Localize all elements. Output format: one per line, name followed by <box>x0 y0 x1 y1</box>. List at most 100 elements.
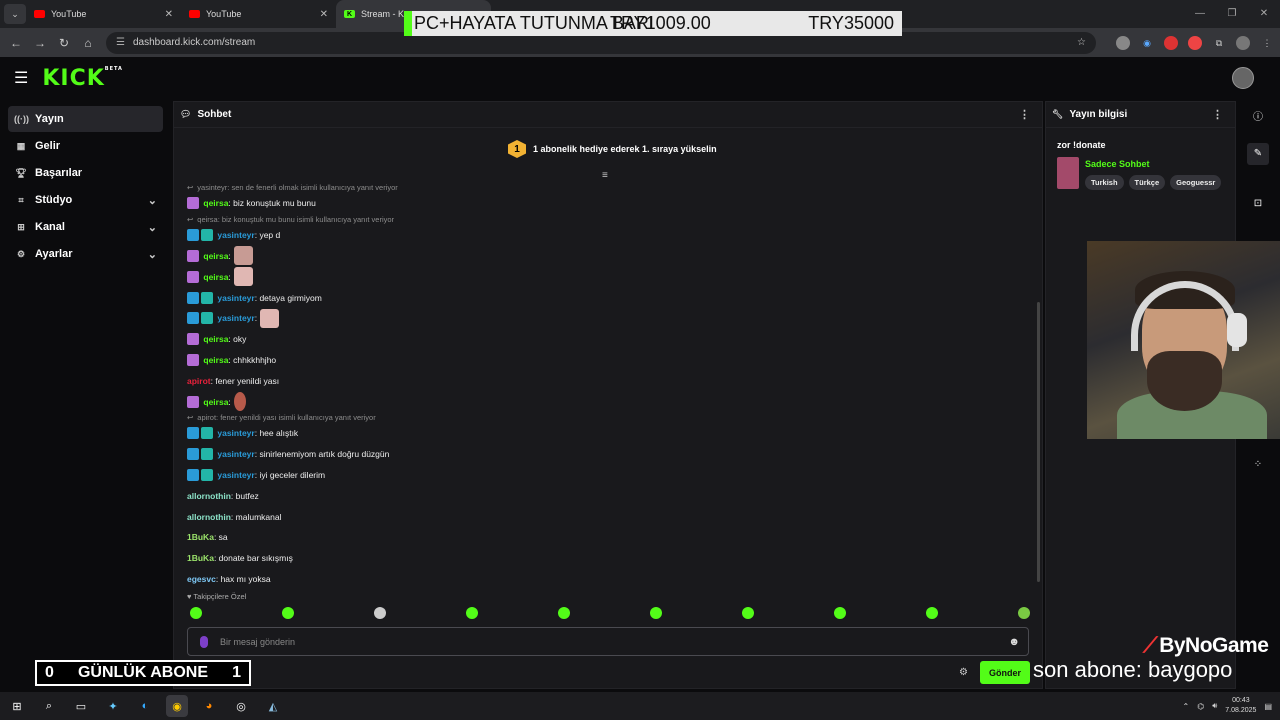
home-icon[interactable]: ⌂ <box>76 36 100 50</box>
chrome-icon[interactable]: ◉ <box>166 695 188 717</box>
copilot-icon[interactable]: ✦ <box>102 695 124 717</box>
chat-message[interactable]: qeirsa: oky <box>187 329 1017 350</box>
chat-username[interactable]: qeirsa <box>203 355 228 365</box>
reload-icon[interactable]: ↻ <box>52 36 76 50</box>
volume-icon[interactable]: 🔊︎ <box>1212 701 1217 711</box>
chat-message[interactable]: qeirsa: <box>187 266 1017 287</box>
puzzle-icon[interactable]: ⧉ <box>1212 36 1226 50</box>
sidebar-item-ayarlar[interactable]: ⚙ Ayarlar ⌄ <box>8 241 163 267</box>
chat-message[interactable]: qeirsa: <box>187 391 1017 412</box>
subscriber-badge-icon[interactable] <box>201 427 213 440</box>
chat-message[interactable]: yasinteyr: iyi geceler dilerim <box>187 465 1017 486</box>
chat-settings-icon[interactable]: ⚙ <box>959 667 968 678</box>
chat-message[interactable]: yasinteyr: yep d <box>187 225 1017 246</box>
gifter-badge-icon[interactable] <box>187 270 199 283</box>
chat-username[interactable]: qeirsa <box>203 334 228 344</box>
emote-icon[interactable] <box>1018 607 1030 619</box>
subscriber-badge-icon[interactable] <box>201 448 213 461</box>
chat-message[interactable]: yasinteyr: hee alıştık <box>187 423 1017 444</box>
subscriber-badge-icon[interactable] <box>201 291 213 304</box>
gifter-badge-icon[interactable] <box>187 333 199 346</box>
minimize-icon[interactable]: — <box>1184 0 1216 28</box>
moderator-badge-icon[interactable] <box>187 229 199 242</box>
emote-icon[interactable] <box>834 607 846 619</box>
chat-username[interactable]: yasinteyr <box>217 293 254 303</box>
sidebar-item-gelir[interactable]: ▦ Gelir <box>8 133 163 159</box>
edit-icon[interactable]: ✎ <box>1247 143 1269 165</box>
firefox-icon[interactable]: ◕ <box>198 695 220 717</box>
tag[interactable]: Turkish <box>1085 175 1124 190</box>
share-icon[interactable]: ⁘ <box>1247 454 1269 476</box>
chat-message[interactable]: apirot: fener yenildi yası <box>187 370 1017 391</box>
emote-icon[interactable] <box>282 607 294 619</box>
chat-message[interactable]: egesvc: hax mı yoksa <box>187 569 1017 590</box>
chat-message[interactable]: allornothin: butfez <box>187 485 1017 506</box>
subscriber-badge-icon[interactable] <box>201 468 213 481</box>
menu-icon[interactable]: ☰ <box>14 68 28 88</box>
gifter-badge-icon[interactable] <box>187 353 199 366</box>
windows-start-icon[interactable]: ⊞ <box>6 695 28 717</box>
chat-message[interactable]: 1BuKa: sa <box>187 527 1017 548</box>
emote-icon[interactable] <box>190 607 202 619</box>
tab-youtube-2[interactable]: YouTube ✕ <box>181 0 336 28</box>
wave-extension-icon[interactable]: ◉ <box>1140 36 1154 50</box>
chat-username[interactable]: egesvc <box>187 574 216 584</box>
site-info-icon[interactable]: ☰ <box>116 37 125 48</box>
sidebar-item-yayin[interactable]: ((·)) Yayın <box>8 106 163 132</box>
gifter-badge-icon[interactable] <box>187 249 199 262</box>
chevron-down-icon[interactable]: ⌄ <box>148 194 157 207</box>
more-options-icon[interactable]: ⋮ <box>1019 108 1030 121</box>
gifter-badge-icon[interactable] <box>187 395 199 408</box>
chat-username[interactable]: qeirsa <box>203 397 228 407</box>
tab-youtube-1[interactable]: YouTube ✕ <box>26 0 181 28</box>
clock[interactable]: 00:43 7.08.2025 <box>1225 696 1256 716</box>
emote-icon[interactable] <box>742 607 754 619</box>
chat-username[interactable]: yasinteyr <box>217 428 254 438</box>
chat-username[interactable]: qeirsa <box>203 198 228 208</box>
chat-message[interactable]: yasinteyr: sinirlenemiyom artık doğru dü… <box>187 444 1017 465</box>
chat-username[interactable]: apirot <box>187 376 211 386</box>
restore-icon[interactable]: ❐ <box>1216 0 1248 28</box>
menu-dots-icon[interactable]: ⋮ <box>1260 36 1274 50</box>
chevron-up-icon[interactable]: ⌃ <box>1183 702 1190 711</box>
moderator-badge-icon[interactable] <box>187 427 199 440</box>
task-view-icon[interactable]: ▭ <box>70 695 92 717</box>
edge-icon[interactable]: ◐ <box>134 695 156 717</box>
chevron-down-icon[interactable]: ⌄ <box>148 221 157 234</box>
chat-username[interactable]: yasinteyr <box>217 230 254 240</box>
chat-username[interactable]: allornothin <box>187 491 231 501</box>
back-icon[interactable]: ← <box>4 36 28 50</box>
profile-avatar-icon[interactable] <box>1236 35 1250 50</box>
emoji-picker-icon[interactable]: ☻ <box>1008 636 1020 648</box>
network-icon[interactable]: ⌬ <box>1197 702 1204 711</box>
chat-username[interactable]: qeirsa <box>203 251 228 261</box>
extension-badge-icon[interactable] <box>1164 35 1178 50</box>
send-button[interactable]: Gönder <box>980 661 1030 684</box>
chat-username[interactable]: 1BuKa <box>187 532 214 542</box>
emote-icon[interactable] <box>558 607 570 619</box>
reply-context[interactable]: ↩ apirot: fener yenildi yası isimli kulla… <box>187 412 1017 423</box>
chat-username[interactable]: yasinteyr <box>217 449 254 459</box>
emote-icon[interactable] <box>926 607 938 619</box>
moderator-badge-icon[interactable] <box>187 312 199 325</box>
sidebar-item-studyo[interactable]: ⌗ Stüdyo ⌄ <box>8 187 163 213</box>
reply-context[interactable]: ↩ qeirsa: biz konuştuk mu bunu isimli kul… <box>187 214 1017 225</box>
search-icon[interactable]: ⌕ <box>38 695 60 717</box>
chat-username[interactable]: qeirsa <box>203 272 228 282</box>
obs-icon[interactable]: ◎ <box>230 695 252 717</box>
chat-username[interactable]: allornothin <box>187 512 231 522</box>
notification-icon[interactable]: ▤ <box>1264 702 1272 711</box>
close-icon[interactable]: ✕ <box>1248 0 1280 28</box>
chat-scrollbar[interactable] <box>1037 302 1040 582</box>
emote-icon[interactable] <box>374 607 386 619</box>
tag[interactable]: Geoguessr <box>1170 175 1222 190</box>
gift-sub-banner[interactable]: 1 1 abonelik hediye ederek 1. sıraya yük… <box>508 140 717 158</box>
chat-message[interactable]: qeirsa: biz konuştuk mu bunu <box>187 193 1017 214</box>
reply-context[interactable]: ↩ yasinteyr: sen de fenerli olmak isimli … <box>187 182 1017 193</box>
chat-message[interactable]: qeirsa: <box>187 246 1017 267</box>
chat-message[interactable]: 1BuKa: donate bar sıkışmış <box>187 548 1017 569</box>
kick-logo[interactable]: KICKBETA <box>42 66 123 91</box>
moderator-badge-icon[interactable] <box>187 291 199 304</box>
more-options-icon[interactable]: ⋮ <box>1212 108 1223 121</box>
record-extension-icon[interactable] <box>1188 35 1202 50</box>
